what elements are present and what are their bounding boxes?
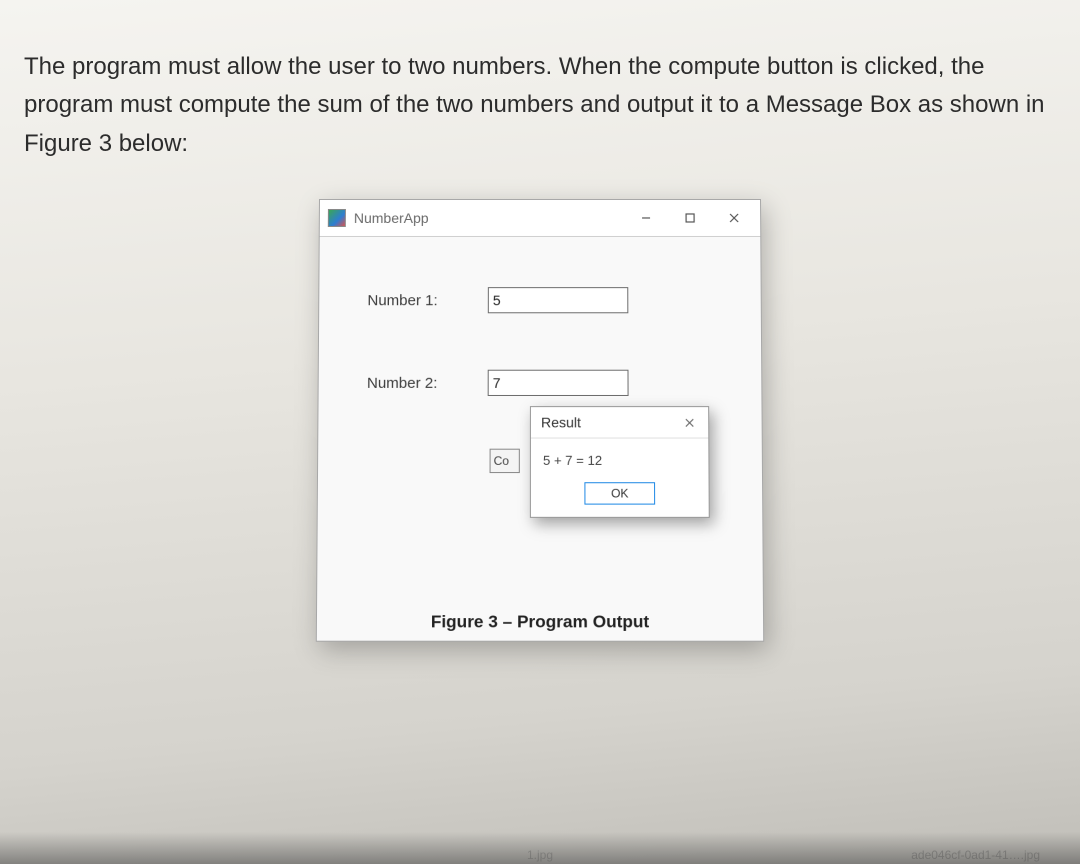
number1-label: Number 1: <box>367 292 487 309</box>
ok-button[interactable]: OK <box>584 482 655 504</box>
minimize-button[interactable] <box>626 204 666 232</box>
number1-input[interactable] <box>488 287 629 313</box>
form-body: Number 1: Number 2: Co Result 5 + 7 <box>317 237 763 602</box>
messagebox-body: 5 + 7 = 12 <box>531 439 709 475</box>
app-icon <box>328 209 346 227</box>
close-icon <box>728 212 740 224</box>
figure-caption: Figure 3 – Program Output <box>317 612 763 641</box>
result-messagebox: Result 5 + 7 = 12 OK <box>530 406 710 518</box>
number2-label: Number 2: <box>367 374 488 391</box>
number2-row: Number 2: <box>367 370 733 396</box>
filename-hint: 1.jpg <box>527 848 553 862</box>
maximize-button[interactable] <box>670 204 710 232</box>
figure-wrap: NumberApp Number 1: <box>24 199 1056 636</box>
messagebox-actions: OK <box>531 474 709 517</box>
close-icon <box>684 417 695 428</box>
corner-hint: ade046cf-0ad1-41….jpg <box>911 848 1040 862</box>
number2-input[interactable] <box>488 370 629 396</box>
window-controls <box>626 204 754 232</box>
number1-row: Number 1: <box>367 287 732 313</box>
app-window: NumberApp Number 1: <box>316 199 764 642</box>
messagebox-close-button[interactable] <box>676 411 702 433</box>
close-button[interactable] <box>714 204 754 232</box>
title-left: NumberApp <box>328 209 429 227</box>
page-bottom-edge: 1.jpg ade046cf-0ad1-41….jpg <box>0 832 1080 864</box>
maximize-icon <box>684 212 696 224</box>
titlebar: NumberApp <box>320 200 761 237</box>
minimize-icon <box>640 212 652 224</box>
compute-button[interactable]: Co <box>490 449 520 473</box>
app-title: NumberApp <box>354 210 429 226</box>
messagebox-title: Result <box>541 414 581 430</box>
messagebox-titlebar: Result <box>531 407 708 438</box>
instruction-text: The program must allow the user to two n… <box>24 48 1056 163</box>
